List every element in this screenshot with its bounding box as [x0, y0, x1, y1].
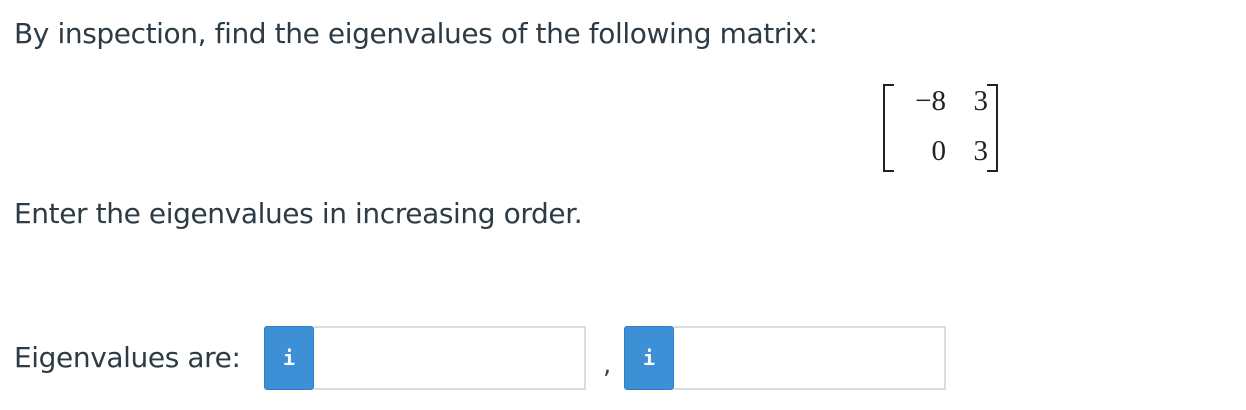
eigenvalue-2-input[interactable]: [674, 326, 946, 390]
matrix-cell-r0-c1: 3: [973, 85, 989, 117]
question-prompt: By inspection, find the eigenvalues of t…: [14, 17, 818, 50]
info-icon[interactable]: i: [624, 326, 674, 390]
instruction-text: Enter the eigenvalues in increasing orde…: [14, 197, 583, 230]
eigenvalue-1-input[interactable]: [314, 326, 586, 390]
answer-label: Eigenvalues are:: [14, 341, 241, 374]
matrix-cell-r1-c0: 0: [931, 135, 947, 167]
matrix-cell-r0-c0: −8: [915, 85, 946, 117]
matrix-right-bracket: [987, 84, 998, 172]
info-icon[interactable]: i: [264, 326, 314, 390]
matrix-cell-r1-c1: 3: [973, 135, 989, 167]
separator-comma: ,: [603, 350, 612, 380]
matrix: −8 3 0 3: [880, 78, 1012, 178]
matrix-left-bracket: [883, 84, 894, 172]
